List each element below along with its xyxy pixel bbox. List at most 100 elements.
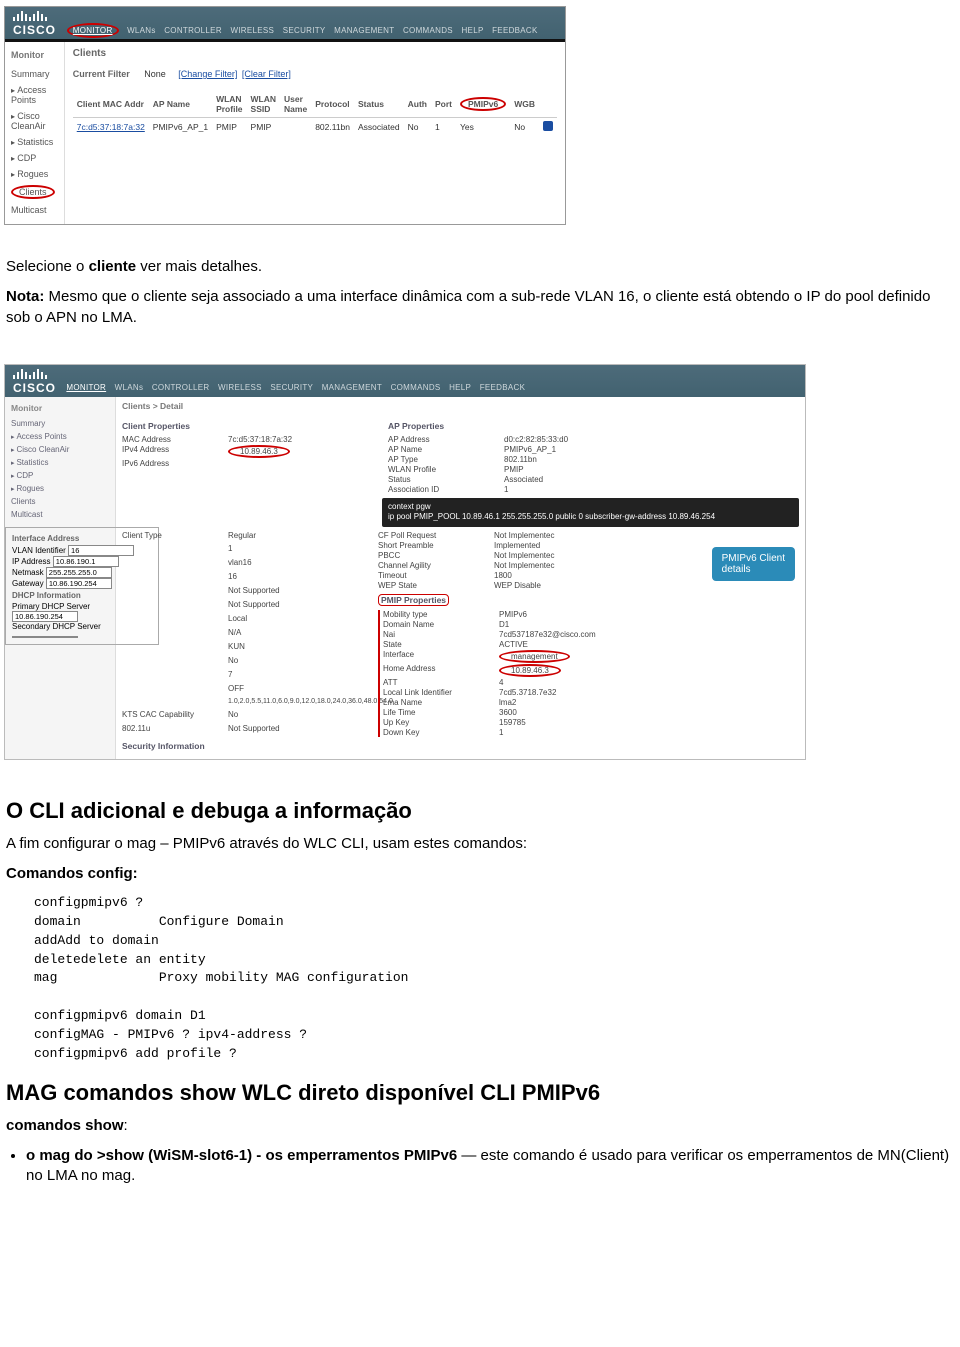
sidebar-item-summary[interactable]: Summary bbox=[5, 417, 115, 430]
tab-feedback[interactable]: FEEDBACK bbox=[492, 26, 538, 35]
filter-row: Current Filter None [Change Filter] [Cle… bbox=[73, 69, 557, 79]
sidebar-item-rogues[interactable]: Rogues bbox=[5, 482, 115, 495]
header-tabs: MONITOR WLANs CONTROLLER WIRELESS SECURI… bbox=[66, 383, 531, 392]
highlighted-ipv4: 10.89.46.3 bbox=[228, 445, 290, 458]
tab-wlans[interactable]: WLANs bbox=[127, 26, 156, 35]
tab-help[interactable]: HELP bbox=[461, 26, 483, 35]
col-status: Status bbox=[354, 91, 404, 118]
section-ap-properties: AP Properties bbox=[388, 421, 624, 431]
cell-ap: PMIPv6_AP_1 bbox=[149, 118, 212, 137]
cli-context-box: context pgw ip pool PMIP_POOL 10.89.46.1… bbox=[382, 498, 799, 527]
cell-pmipv6: Yes bbox=[456, 118, 510, 137]
sidebar-item-cleanair[interactable]: Cisco CleanAir bbox=[5, 443, 115, 456]
section-client-properties: Client Properties bbox=[122, 421, 348, 431]
paragraph-note: Nota: Mesmo que o cliente seja associado… bbox=[6, 287, 954, 328]
cell-user bbox=[280, 118, 311, 137]
page-title: Clients > Detail bbox=[122, 401, 799, 411]
brand-text: CISCO bbox=[13, 381, 56, 395]
sidebar-item-multicast[interactable]: Multicast bbox=[5, 508, 115, 521]
section-pmip-properties: PMIP Properties bbox=[378, 594, 449, 606]
sidebar-item-multicast[interactable]: Multicast bbox=[5, 202, 64, 218]
cell-status: Associated bbox=[354, 118, 404, 137]
screenshot-clients-list: CISCO MONITOR WLANs CONTROLLER WIRELESS … bbox=[4, 6, 566, 225]
sidebar-item-clients-label: Clients bbox=[11, 185, 55, 199]
sidebar-item-cdp[interactable]: CDP bbox=[5, 150, 64, 166]
sidebar-item-clients[interactable]: Clients bbox=[5, 182, 64, 202]
tab-wireless[interactable]: WIRELESS bbox=[230, 26, 274, 35]
section-security-info: Security Information bbox=[122, 741, 799, 751]
cell-auth: No bbox=[404, 118, 431, 137]
tab-management[interactable]: MANAGEMENT bbox=[322, 383, 382, 392]
cisco-header: CISCO MONITOR WLANs CONTROLLER WIRELESS … bbox=[5, 7, 565, 39]
col-user: User Name bbox=[280, 91, 311, 118]
list-item: o mag do >show (WiSM-slot6-1) - os emper… bbox=[26, 1146, 954, 1187]
sidebar: Monitor Summary Access Points Cisco Clea… bbox=[5, 42, 65, 224]
brand-text: CISCO bbox=[13, 23, 56, 37]
tab-commands[interactable]: COMMANDS bbox=[391, 383, 441, 392]
paragraph: A fim configurar o mag – PMIPv6 através … bbox=[6, 834, 954, 854]
tab-wireless[interactable]: WIRELESS bbox=[218, 383, 262, 392]
mid-right-a: CF Poll RequestNot Implementec Short Pre… bbox=[378, 531, 619, 590]
subhead-comandos-show: comandos show: bbox=[6, 1116, 954, 1136]
main-panel: Clients > Detail Client Properties MAC A… bbox=[116, 397, 805, 759]
highlighted-interface: management bbox=[499, 650, 570, 663]
col-port: Port bbox=[431, 91, 456, 118]
tab-controller[interactable]: CONTROLLER bbox=[164, 26, 222, 35]
sidebar-header: Monitor bbox=[5, 401, 115, 417]
paragraph: Selecione o cliente ver mais detalhes. bbox=[6, 257, 954, 277]
cisco-logo-icon bbox=[13, 11, 557, 21]
col-auth: Auth bbox=[404, 91, 431, 118]
col-pmipv6: PMIPv6 bbox=[456, 91, 510, 118]
cell-profile: PMIP bbox=[212, 118, 246, 137]
sidebar-item-access-points[interactable]: Access Points bbox=[5, 430, 115, 443]
cell-wgb: No bbox=[510, 118, 539, 137]
col-mac: Client MAC Addr bbox=[73, 91, 149, 118]
ap-properties: AP Addressd0:c2:82:85:33:d0 AP NamePMIPv… bbox=[388, 435, 624, 494]
sidebar-item-statistics[interactable]: Statistics bbox=[5, 456, 115, 469]
row-actions-icon[interactable] bbox=[543, 121, 553, 131]
sidebar: Monitor Summary Access Points Cisco Clea… bbox=[5, 397, 116, 759]
filter-label: Current Filter bbox=[73, 69, 130, 79]
screenshot-client-detail: CISCO MONITOR WLANs CONTROLLER WIRELESS … bbox=[4, 364, 806, 760]
sidebar-item-access-points[interactable]: Access Points bbox=[5, 82, 64, 108]
main-panel: Clients Current Filter None [Change Filt… bbox=[65, 42, 565, 224]
tab-security[interactable]: SECURITY bbox=[283, 26, 326, 35]
table-row: 7c:d5:37:18:7a:32 PMIPv6_AP_1 PMIP PMIP … bbox=[73, 118, 557, 137]
cell-protocol: 802.11bn bbox=[311, 118, 354, 137]
bullet-list: o mag do >show (WiSM-slot6-1) - os emper… bbox=[26, 1146, 954, 1187]
tab-wlans[interactable]: WLANs bbox=[115, 383, 144, 392]
sidebar-item-statistics[interactable]: Statistics bbox=[5, 134, 64, 150]
tab-help[interactable]: HELP bbox=[449, 383, 471, 392]
sidebar-item-cdp[interactable]: CDP bbox=[5, 469, 115, 482]
filter-value: None bbox=[144, 69, 166, 79]
sidebar-item-summary[interactable]: Summary bbox=[5, 66, 64, 82]
sidebar-item-cleanair[interactable]: Cisco CleanAir bbox=[5, 108, 64, 134]
cell-ssid: PMIP bbox=[247, 118, 281, 137]
tab-commands[interactable]: COMMANDS bbox=[403, 26, 453, 35]
heading-cli-debug: O CLI adicional e debuga a informação bbox=[6, 798, 954, 824]
col-ssid: WLAN SSID bbox=[247, 91, 281, 118]
tab-controller[interactable]: CONTROLLER bbox=[152, 383, 210, 392]
page-title: Clients bbox=[73, 48, 557, 59]
heading-mag-show: MAG comandos show WLC direto disponível … bbox=[6, 1080, 954, 1106]
col-ap: AP Name bbox=[149, 91, 212, 118]
clear-filter-link[interactable]: [Clear Filter] bbox=[242, 69, 291, 79]
client-properties: MAC Address7c:d5:37:18:7a:32 IPv4 Addres… bbox=[122, 435, 348, 468]
header-tabs: MONITOR WLANs CONTROLLER WIRELESS SECURI… bbox=[67, 26, 544, 35]
pmipv6-client-callout: PMIPv6 Client details bbox=[712, 547, 795, 581]
col-protocol: Protocol bbox=[311, 91, 354, 118]
tab-feedback[interactable]: FEEDBACK bbox=[480, 383, 526, 392]
tab-management[interactable]: MANAGEMENT bbox=[334, 26, 394, 35]
sidebar-header: Monitor bbox=[5, 48, 64, 66]
highlighted-home-addr: 10.89.46.3 bbox=[499, 664, 561, 677]
sidebar-item-clients[interactable]: Clients bbox=[5, 495, 115, 508]
tab-monitor[interactable]: MONITOR bbox=[67, 23, 119, 38]
tab-security[interactable]: SECURITY bbox=[270, 383, 313, 392]
subhead-comandos-config: Comandos config: bbox=[6, 864, 954, 884]
tab-monitor[interactable]: MONITOR bbox=[66, 383, 106, 392]
change-filter-link[interactable]: [Change Filter] bbox=[178, 69, 237, 79]
pmip-properties: Mobility typePMIPv6 Domain NameD1 Nai7cd… bbox=[378, 610, 619, 737]
mac-link[interactable]: 7c:d5:37:18:7a:32 bbox=[77, 122, 145, 132]
sidebar-item-rogues[interactable]: Rogues bbox=[5, 166, 64, 182]
cisco-header: CISCO MONITOR WLANs CONTROLLER WIRELESS … bbox=[5, 365, 805, 397]
